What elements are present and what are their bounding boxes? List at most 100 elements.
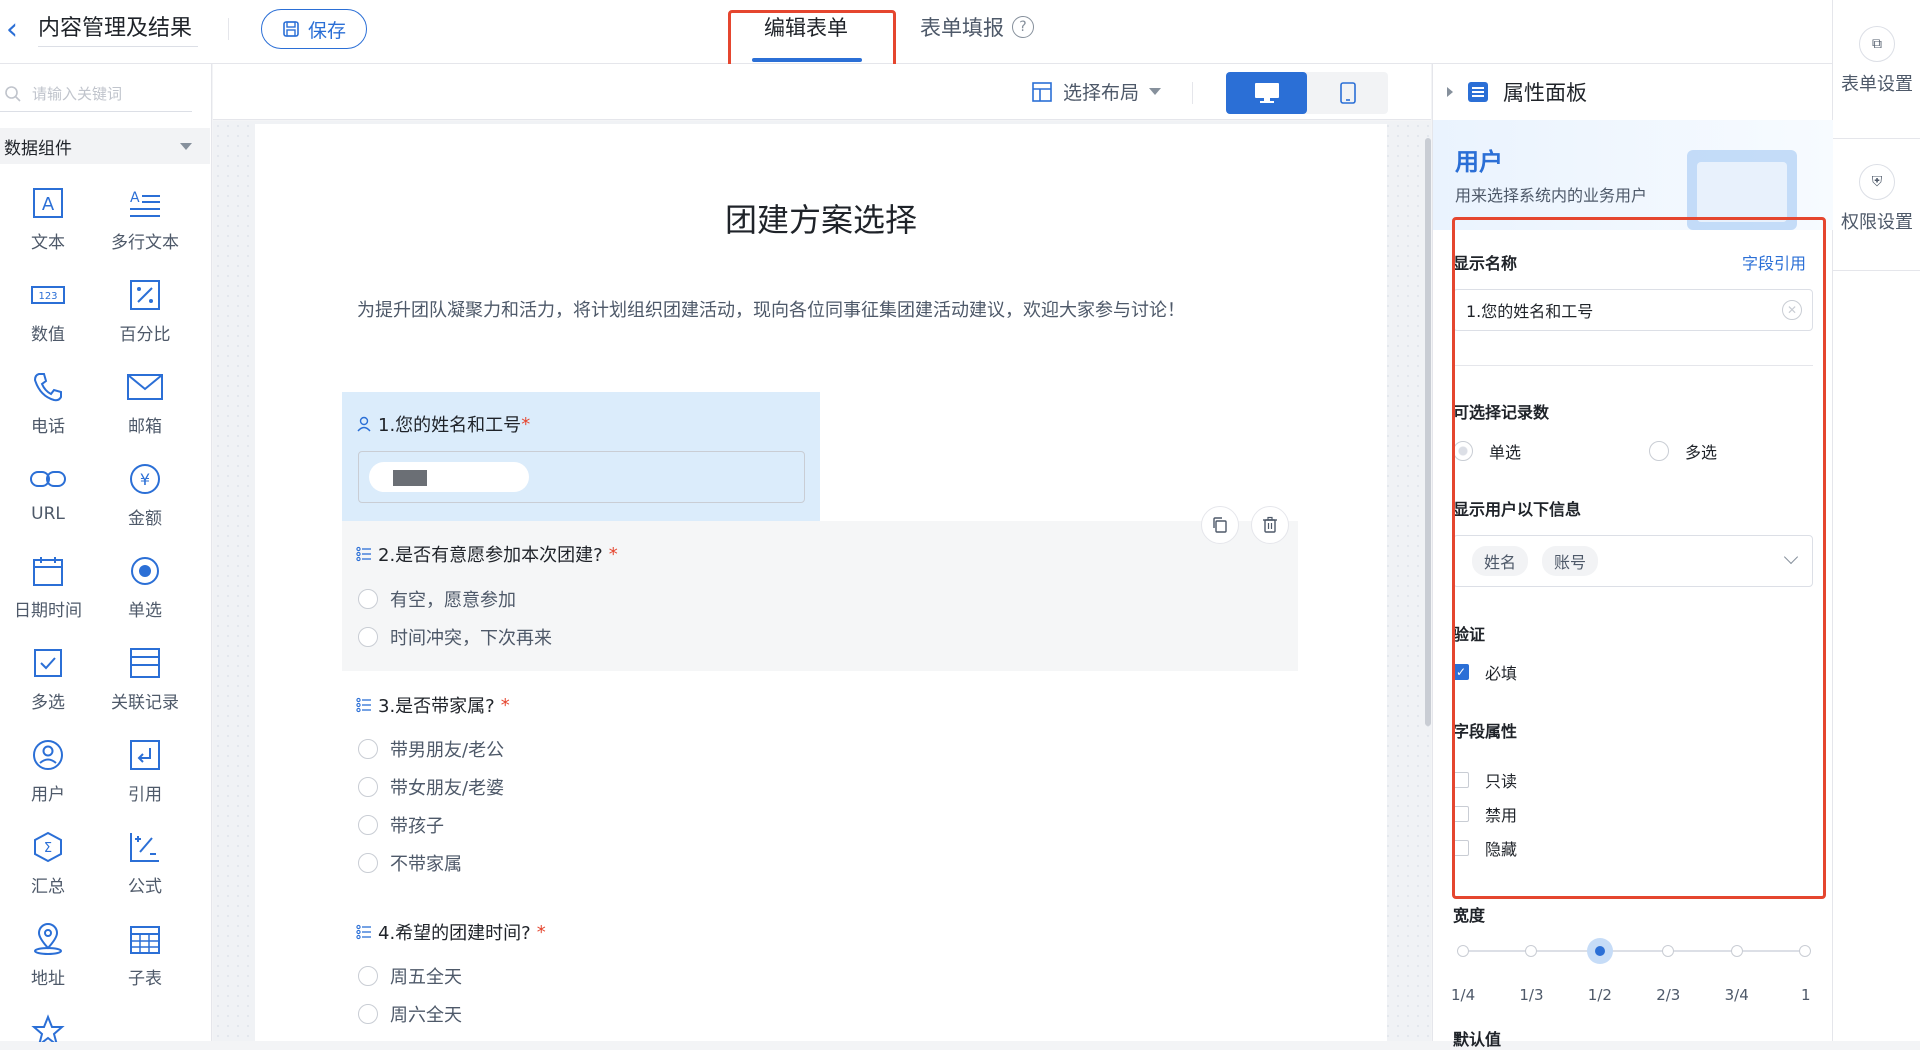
collapse-chevron-icon[interactable] (1447, 87, 1453, 97)
option-radio[interactable]: 有空，愿意参加 (358, 586, 516, 612)
component-group-header[interactable]: 数据组件 (0, 128, 210, 164)
radio-icon (126, 552, 164, 590)
form-settings-button[interactable]: ⧉ 表单设置 (1833, 26, 1920, 96)
back-chevron-icon[interactable]: ‹ (6, 15, 28, 46)
form-description[interactable]: 为提升团队凝聚力和活力，将计划组织团建活动，现向各位同事征集团建活动建议，欢迎大… (357, 296, 1185, 322)
component-label: 引用 (128, 785, 162, 805)
component-reference[interactable]: 引用 (97, 736, 193, 816)
component-label: 用户 (31, 785, 65, 805)
radio-button[interactable] (358, 589, 378, 609)
component-location[interactable]: 地址 (0, 920, 96, 1000)
option-label: 带孩子 (390, 816, 444, 837)
currency-icon: ¥ (126, 460, 164, 498)
component-label: 多选 (31, 693, 65, 713)
layout-select-label: 选择布局 (1063, 82, 1140, 104)
component-label: 关联记录 (111, 693, 179, 713)
relation-icon (126, 644, 164, 682)
tab-form-fill[interactable]: 表单填报 ? (920, 12, 1034, 42)
location-icon (29, 920, 67, 958)
question-1-text: 1.您的姓名和工号 (378, 415, 522, 436)
component-label: 汇总 (31, 877, 65, 897)
width-option-label: 1 (1801, 986, 1811, 1004)
component-radio[interactable]: 单选 (97, 552, 193, 632)
width-slider-track[interactable] (1463, 950, 1805, 952)
component-subtable[interactable]: 子表 (97, 920, 193, 1000)
layout-select[interactable]: 选择布局 (1031, 78, 1162, 105)
radio-button[interactable] (358, 966, 378, 986)
component-number[interactable]: 123 数值 (0, 276, 96, 356)
required-mark: * (500, 694, 510, 716)
form-settings-icon: ⧉ (1859, 26, 1895, 62)
radio-button[interactable] (358, 1004, 378, 1024)
selected-user-chip[interactable] (369, 462, 529, 492)
option-radio[interactable]: 不带家属 (358, 850, 462, 876)
width-option-label: 3/4 (1724, 986, 1749, 1004)
component-type-description: 用来选择系统内的业务用户 (1455, 186, 1648, 205)
canvas-scrollbar[interactable] (1425, 138, 1431, 726)
component-label: 地址 (31, 969, 65, 989)
width-slider-stop[interactable] (1730, 945, 1743, 957)
component-text[interactable]: A 文本 (0, 184, 96, 264)
multiline-text-icon: A (126, 184, 164, 222)
radio-button[interactable] (358, 739, 378, 759)
width-slider-stop[interactable] (1662, 945, 1675, 957)
component-info-banner: 用户 用来选择系统内的业务用户 (1433, 120, 1833, 230)
component-partial[interactable] (0, 1012, 96, 1042)
save-button[interactable]: 保存 (261, 9, 367, 49)
form-title[interactable]: 团建方案选择 (255, 195, 1387, 241)
component-url[interactable]: URL (0, 460, 96, 540)
component-currency[interactable]: ¥ 金额 (97, 460, 193, 540)
component-multiline-text[interactable]: A 多行文本 (97, 184, 193, 264)
option-radio[interactable]: 带女朋友/老婆 (358, 774, 504, 800)
permission-settings-button[interactable]: ⛨ 权限设置 (1833, 164, 1920, 234)
component-datetime[interactable]: 日期时间 (0, 552, 96, 632)
help-icon[interactable]: ? (1012, 16, 1034, 38)
width-option-label: 1/3 (1519, 986, 1544, 1004)
component-phone[interactable]: 电话 (0, 368, 96, 448)
caret-down-icon (1149, 88, 1162, 95)
required-mark: * (521, 413, 531, 435)
width-slider-stop[interactable] (1525, 945, 1538, 957)
delete-button[interactable] (1251, 506, 1289, 544)
subtable-icon (126, 920, 164, 958)
width-label: 宽度 (1453, 906, 1486, 925)
user-picker-input[interactable] (358, 451, 805, 503)
redacted-name (393, 470, 427, 486)
component-relation[interactable]: 关联记录 (97, 644, 193, 724)
app-title[interactable]: 内容管理及结果 (38, 10, 198, 47)
sum-icon: Σ (29, 828, 67, 866)
width-slider-stop[interactable] (1799, 945, 1811, 957)
component-sum[interactable]: Σ 汇总 (0, 828, 96, 908)
top-bar: ‹ 内容管理及结果 保存 编辑表单 表单填报 ? (0, 0, 1832, 64)
mobile-view-button[interactable] (1307, 72, 1388, 114)
width-slider-stop[interactable] (1457, 945, 1469, 957)
component-user[interactable]: 用户 (0, 736, 96, 816)
question-3-text: 3.是否带家属? (378, 696, 495, 717)
width-slider-handle[interactable] (1586, 938, 1613, 964)
radio-button[interactable] (358, 815, 378, 835)
desktop-view-button[interactable] (1226, 72, 1307, 114)
component-label: 电话 (31, 417, 65, 437)
search-input[interactable] (32, 84, 182, 103)
option-label: 不带家属 (390, 854, 462, 875)
option-label: 带男朋友/老公 (390, 740, 505, 761)
caret-down-icon (180, 143, 192, 150)
component-percent[interactable]: 百分比 (97, 276, 193, 356)
component-formula[interactable]: 公式 (97, 828, 193, 908)
option-radio[interactable]: 带男朋友/老公 (358, 736, 504, 762)
phone-icon (29, 368, 67, 406)
option-radio[interactable]: 周五全天 (358, 963, 462, 989)
option-radio[interactable]: 带孩子 (358, 812, 444, 838)
option-radio[interactable]: 时间冲突，下次再来 (358, 624, 552, 650)
radio-button[interactable] (358, 853, 378, 873)
component-mail[interactable]: 邮箱 (97, 368, 193, 448)
question-3-label: 3.是否带家属? * (356, 692, 510, 718)
save-icon (283, 21, 299, 37)
radio-button[interactable] (358, 777, 378, 797)
option-radio[interactable]: 周六全天 (358, 1001, 462, 1027)
option-label: 时间冲突，下次再来 (390, 628, 552, 649)
radio-button[interactable] (358, 627, 378, 647)
copy-button[interactable] (1201, 506, 1239, 544)
width-option-label: 1/4 (1451, 986, 1476, 1004)
component-checkbox[interactable]: 多选 (0, 644, 96, 724)
